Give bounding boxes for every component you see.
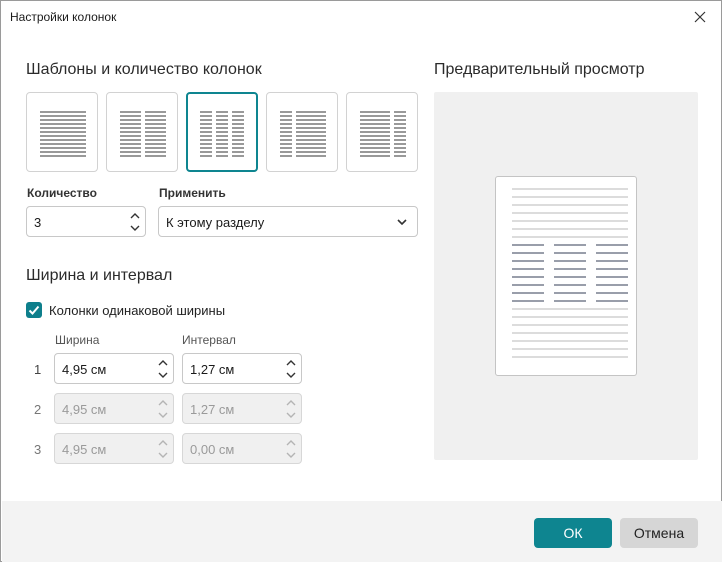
preview-page xyxy=(495,176,637,376)
apply-dropdown[interactable]: К этому разделу xyxy=(158,206,418,237)
left-narrow-columns-icon xyxy=(280,111,326,157)
column-settings-dialog: Настройки колонок Шаблоны и количество к… xyxy=(0,0,722,562)
width-header: Ширина xyxy=(55,333,100,347)
row-number-1: 1 xyxy=(34,362,42,377)
template-two-columns[interactable] xyxy=(106,92,178,172)
count-label: Количество xyxy=(27,186,97,200)
spin-arrows-icon xyxy=(158,400,168,418)
three-columns-icon xyxy=(200,111,244,157)
close-icon xyxy=(694,11,706,23)
spacing-input-3: 0,00 см xyxy=(182,433,302,464)
preview-panel xyxy=(434,92,698,460)
spacing-value-3: 0,00 см xyxy=(190,442,235,457)
two-columns-icon xyxy=(120,111,166,157)
count-value: 3 xyxy=(34,215,42,230)
template-one-column[interactable] xyxy=(26,92,98,172)
one-column-icon xyxy=(40,111,86,157)
spin-arrows-icon[interactable] xyxy=(285,357,297,381)
spacing-value-2: 1,27 см xyxy=(190,402,235,417)
width-spacing-heading: Ширина и интервал xyxy=(26,267,173,284)
spin-arrows-icon[interactable] xyxy=(157,357,169,381)
spin-arrows-icon[interactable] xyxy=(129,210,141,234)
spacing-header: Интервал xyxy=(182,333,236,347)
width-input-3: 4,95 см xyxy=(54,433,174,464)
apply-value: К этому разделу xyxy=(166,215,265,230)
spin-arrows-icon xyxy=(158,440,168,458)
width-value-3: 4,95 см xyxy=(62,442,107,457)
template-left-narrow[interactable] xyxy=(266,92,338,172)
ok-button[interactable]: ОК xyxy=(534,518,612,548)
right-narrow-columns-icon xyxy=(360,111,406,157)
checkmark-icon xyxy=(28,305,40,315)
width-value-2: 4,95 см xyxy=(62,402,107,417)
equal-width-checkbox[interactable] xyxy=(26,302,42,318)
preview-heading: Предварительный просмотр xyxy=(434,61,645,78)
cancel-button[interactable]: Отмена xyxy=(620,518,698,548)
close-button[interactable] xyxy=(689,6,711,28)
equal-width-label[interactable]: Колонки одинаковой ширины xyxy=(49,303,225,318)
spacing-value-1: 1,27 см xyxy=(190,362,235,377)
spacing-input-1[interactable]: 1,27 см xyxy=(182,353,302,384)
apply-label: Применить xyxy=(159,186,226,200)
width-value-1: 4,95 см xyxy=(62,362,107,377)
row-number-3: 3 xyxy=(34,442,42,457)
spin-arrows-icon xyxy=(286,400,296,418)
chevron-down-icon xyxy=(397,219,407,226)
dialog-title: Настройки колонок xyxy=(10,10,117,24)
dialog-footer xyxy=(2,501,722,562)
width-input-1[interactable]: 4,95 см xyxy=(54,353,174,384)
width-input-2: 4,95 см xyxy=(54,393,174,424)
template-three-columns[interactable] xyxy=(186,92,258,172)
template-right-narrow[interactable] xyxy=(346,92,418,172)
row-number-2: 2 xyxy=(34,402,42,417)
count-spinbox[interactable]: 3 xyxy=(26,206,146,237)
spin-arrows-icon xyxy=(286,440,296,458)
preview-page-illustration xyxy=(512,188,628,358)
templates-heading: Шаблоны и количество колонок xyxy=(26,61,262,78)
spacing-input-2: 1,27 см xyxy=(182,393,302,424)
title-bar: Настройки колонок xyxy=(1,1,721,33)
